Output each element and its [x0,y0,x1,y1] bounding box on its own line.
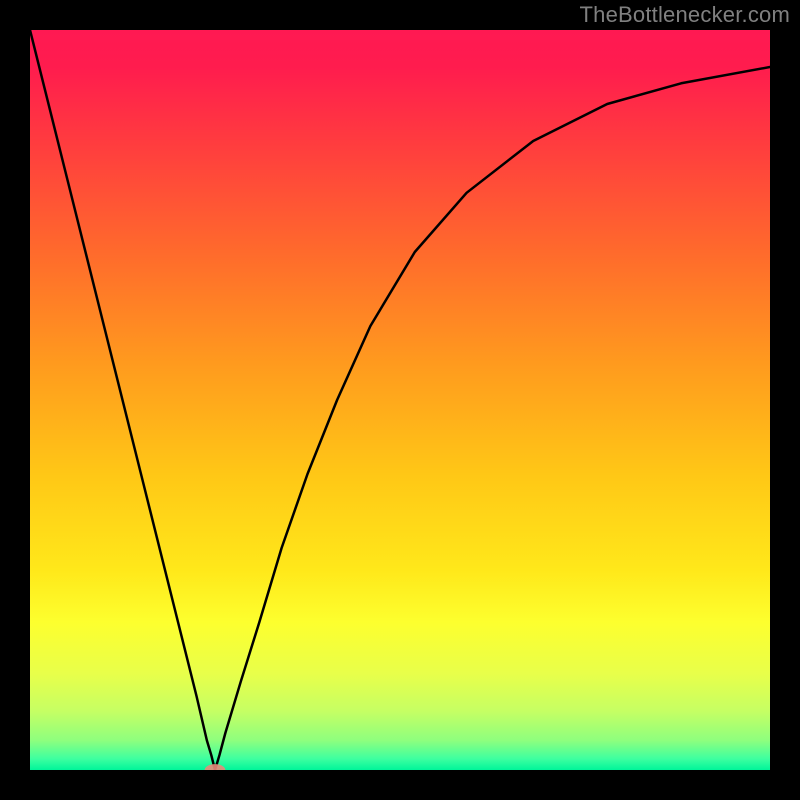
chart-svg [30,30,770,770]
watermark-text: TheBottlenecker.com [580,2,790,28]
chart-frame: TheBottlenecker.com [0,0,800,800]
gradient-background [30,30,770,770]
plot-area [30,30,770,770]
